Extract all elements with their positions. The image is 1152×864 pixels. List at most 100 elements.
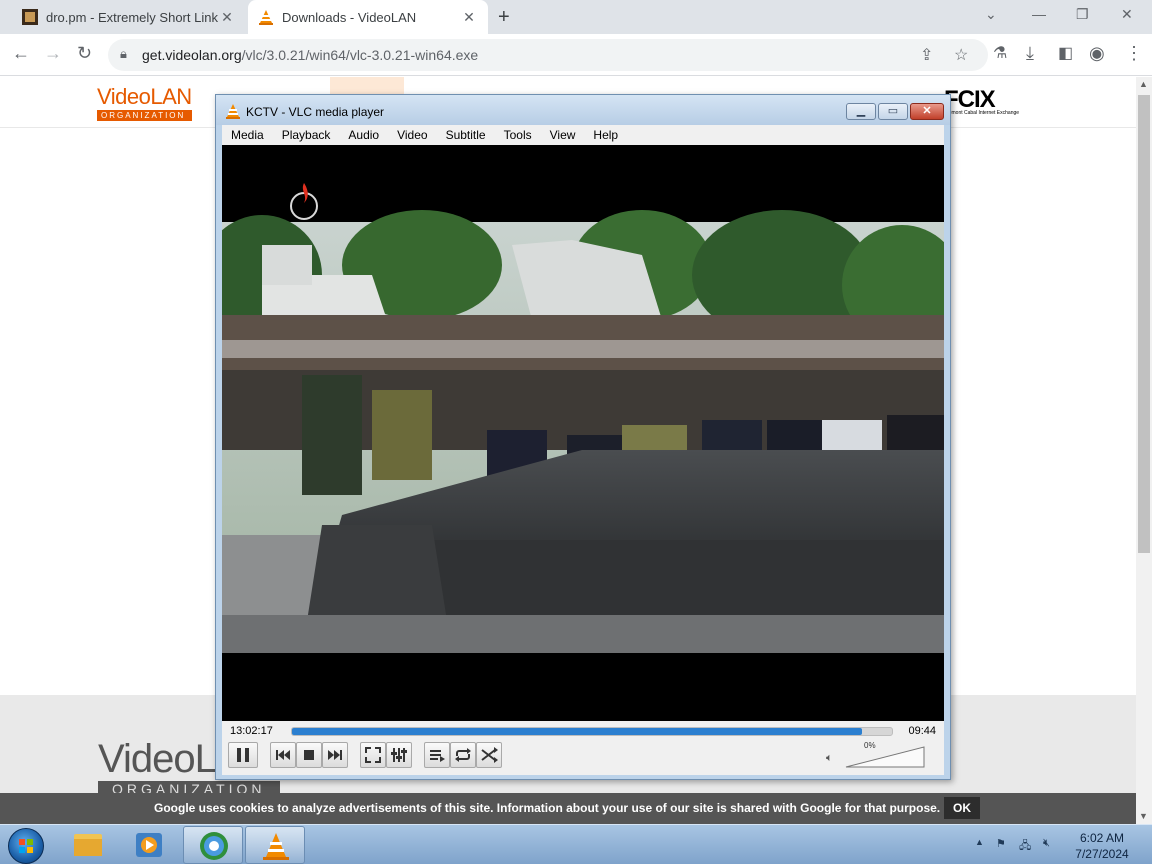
url-path: /vlc/3.0.21/win64/vlc-3.0.21-win64.exe bbox=[241, 47, 479, 63]
bookmark-star-icon[interactable]: ☆ bbox=[954, 45, 968, 65]
extension-flask-icon[interactable]: ⚗ bbox=[993, 43, 1007, 63]
close-icon: ✕ bbox=[922, 105, 932, 117]
address-bar[interactable]: 🔒︎ get.videolan.org/vlc/3.0.21/win64/vlc… bbox=[108, 39, 988, 71]
sponsor-sub: Fremont Cabal Internet Exchange bbox=[944, 110, 1020, 116]
volume-muted-icon[interactable]: 🔇︎ bbox=[1043, 837, 1050, 850]
pause-button[interactable] bbox=[228, 742, 258, 768]
playlist-button[interactable] bbox=[424, 742, 450, 768]
tab-downloads-videolan[interactable]: Downloads - VideoLAN ✕ bbox=[248, 0, 488, 34]
shuffle-button[interactable] bbox=[476, 742, 502, 768]
menu-video[interactable]: Video bbox=[388, 125, 436, 145]
taskbar-vlc[interactable] bbox=[245, 826, 305, 864]
menu-tools[interactable]: Tools bbox=[495, 125, 541, 145]
video-area[interactable] bbox=[222, 145, 944, 721]
videolan-logo[interactable]: VideoLAN ORGANIZATION bbox=[97, 84, 192, 121]
fullscreen-button[interactable] bbox=[360, 742, 386, 768]
back-arrow-icon[interactable]: ← bbox=[12, 43, 30, 64]
loop-button[interactable] bbox=[450, 742, 476, 768]
stop-button[interactable] bbox=[296, 742, 322, 768]
sponsor-logo[interactable]: FCIX Fremont Cabal Internet Exchange bbox=[944, 86, 1019, 116]
side-panel-icon[interactable]: ◧ bbox=[1058, 43, 1073, 63]
folder-icon bbox=[74, 834, 102, 856]
vlc-controls: 13:02:17 09:44 🔈︎ 0% bbox=[222, 721, 944, 775]
tab-close-icon[interactable]: ✕ bbox=[218, 9, 236, 26]
cookie-ok-button[interactable]: OK bbox=[944, 797, 980, 819]
seek-bar-fill bbox=[292, 728, 862, 735]
close-window-icon[interactable]: ✕ bbox=[1121, 6, 1133, 23]
menu-audio[interactable]: Audio bbox=[339, 125, 388, 145]
profile-avatar-icon[interactable]: ◉ bbox=[1089, 43, 1105, 64]
menu-playback[interactable]: Playback bbox=[273, 125, 340, 145]
extended-settings-button[interactable] bbox=[386, 742, 412, 768]
minimize-icon[interactable]: — bbox=[1032, 6, 1046, 22]
forward-arrow-icon[interactable]: → bbox=[44, 43, 62, 64]
vlc-minimize-button[interactable]: ▁ bbox=[846, 103, 876, 120]
dro-pm-favicon-icon bbox=[22, 9, 38, 25]
seek-bar[interactable] bbox=[291, 727, 893, 736]
previous-button[interactable] bbox=[270, 742, 296, 768]
next-button[interactable] bbox=[322, 742, 348, 768]
taskbar-media-player[interactable] bbox=[120, 826, 180, 864]
taskbar-explorer[interactable] bbox=[58, 826, 118, 864]
page-scrollbar[interactable]: ▲ ▼ bbox=[1136, 77, 1152, 824]
browser-tabstrip: dro.pm - Extremely Short Links ✕ Downloa… bbox=[0, 0, 1152, 34]
action-center-flag-icon[interactable]: ⚑ bbox=[996, 837, 1006, 850]
taskbar-clock[interactable]: 6:02 AM 7/27/2024 bbox=[1070, 830, 1134, 862]
tab-search-chevron-icon[interactable]: ⌄ bbox=[985, 6, 997, 23]
tab-dro-pm[interactable]: dro.pm - Extremely Short Links ✕ bbox=[12, 0, 246, 34]
network-icon[interactable]: 🖧︎ bbox=[1019, 837, 1031, 856]
vlc-window: KCTV - VLC media player ▁ ▭ ✕ Media Play… bbox=[215, 94, 951, 780]
tab-close-icon[interactable]: ✕ bbox=[460, 9, 478, 26]
cookie-message: Google uses cookies to analyze advertise… bbox=[154, 801, 941, 815]
stop-icon bbox=[304, 750, 314, 760]
new-tab-icon[interactable]: + bbox=[498, 6, 510, 29]
scroll-up-icon[interactable]: ▲ bbox=[1139, 79, 1148, 89]
reload-icon[interactable]: ↻ bbox=[77, 43, 92, 64]
playlist-icon bbox=[430, 750, 445, 762]
equalizer-sliders-icon bbox=[391, 748, 407, 762]
restore-icon[interactable]: ❐ bbox=[1076, 6, 1089, 23]
desktop-screen: dro.pm - Extremely Short Links ✕ Downloa… bbox=[0, 0, 1152, 864]
maximize-icon: ▭ bbox=[887, 105, 899, 117]
fullscreen-icon bbox=[365, 747, 381, 763]
chrome-globe-icon bbox=[200, 832, 228, 860]
video-frame bbox=[222, 145, 944, 721]
scrollbar-thumb[interactable] bbox=[1138, 95, 1150, 553]
shuffle-icon bbox=[481, 747, 498, 763]
vlc-titlebar[interactable]: KCTV - VLC media player ▁ ▭ ✕ bbox=[216, 95, 950, 125]
menu-subtitle[interactable]: Subtitle bbox=[437, 125, 495, 145]
url-text: get.videolan.org/vlc/3.0.21/win64/vlc-3.… bbox=[142, 47, 478, 63]
vlc-cone-icon bbox=[226, 104, 240, 119]
browser-toolbar: ← → ↻ 🔒︎ get.videolan.org/vlc/3.0.21/win… bbox=[0, 34, 1152, 76]
vlc-maximize-button[interactable]: ▭ bbox=[878, 103, 908, 120]
download-icon[interactable]: ⤓ bbox=[1026, 43, 1034, 64]
sponsor-text: FCIX bbox=[944, 86, 996, 113]
kebab-menu-icon[interactable]: ⋮ bbox=[1125, 43, 1143, 64]
logo-text: VideoLAN bbox=[97, 84, 192, 109]
previous-icon bbox=[276, 750, 290, 760]
lock-icon: 🔒︎ bbox=[120, 46, 127, 61]
minimize-icon: ▁ bbox=[856, 105, 866, 117]
vlc-cone-icon bbox=[263, 833, 289, 860]
windows-logo-icon bbox=[19, 839, 33, 853]
scroll-down-icon[interactable]: ▼ bbox=[1139, 811, 1148, 821]
vlc-window-title: KCTV - VLC media player bbox=[246, 105, 385, 119]
speaker-icon[interactable]: 🔈︎ bbox=[826, 752, 833, 765]
clock-date: 7/27/2024 bbox=[1075, 847, 1129, 861]
vlc-close-button[interactable]: ✕ bbox=[910, 103, 944, 120]
menu-media[interactable]: Media bbox=[222, 125, 273, 145]
pause-icon bbox=[237, 748, 249, 762]
menu-help[interactable]: Help bbox=[584, 125, 627, 145]
taskbar-chrome[interactable] bbox=[183, 826, 243, 864]
tab-title: dro.pm - Extremely Short Links bbox=[46, 9, 218, 25]
menu-view[interactable]: View bbox=[541, 125, 585, 145]
vlc-caption-buttons: ▁ ▭ ✕ bbox=[844, 103, 944, 120]
elapsed-time: 13:02:17 bbox=[230, 725, 273, 737]
clock-time: 6:02 AM bbox=[1079, 831, 1125, 845]
media-player-icon bbox=[136, 833, 162, 857]
volume-slider[interactable] bbox=[844, 743, 926, 769]
share-icon[interactable]: ⇪ bbox=[920, 45, 933, 65]
total-time: 09:44 bbox=[908, 725, 936, 737]
start-button[interactable] bbox=[8, 828, 44, 864]
tray-overflow-icon[interactable]: ▲ bbox=[975, 837, 984, 847]
